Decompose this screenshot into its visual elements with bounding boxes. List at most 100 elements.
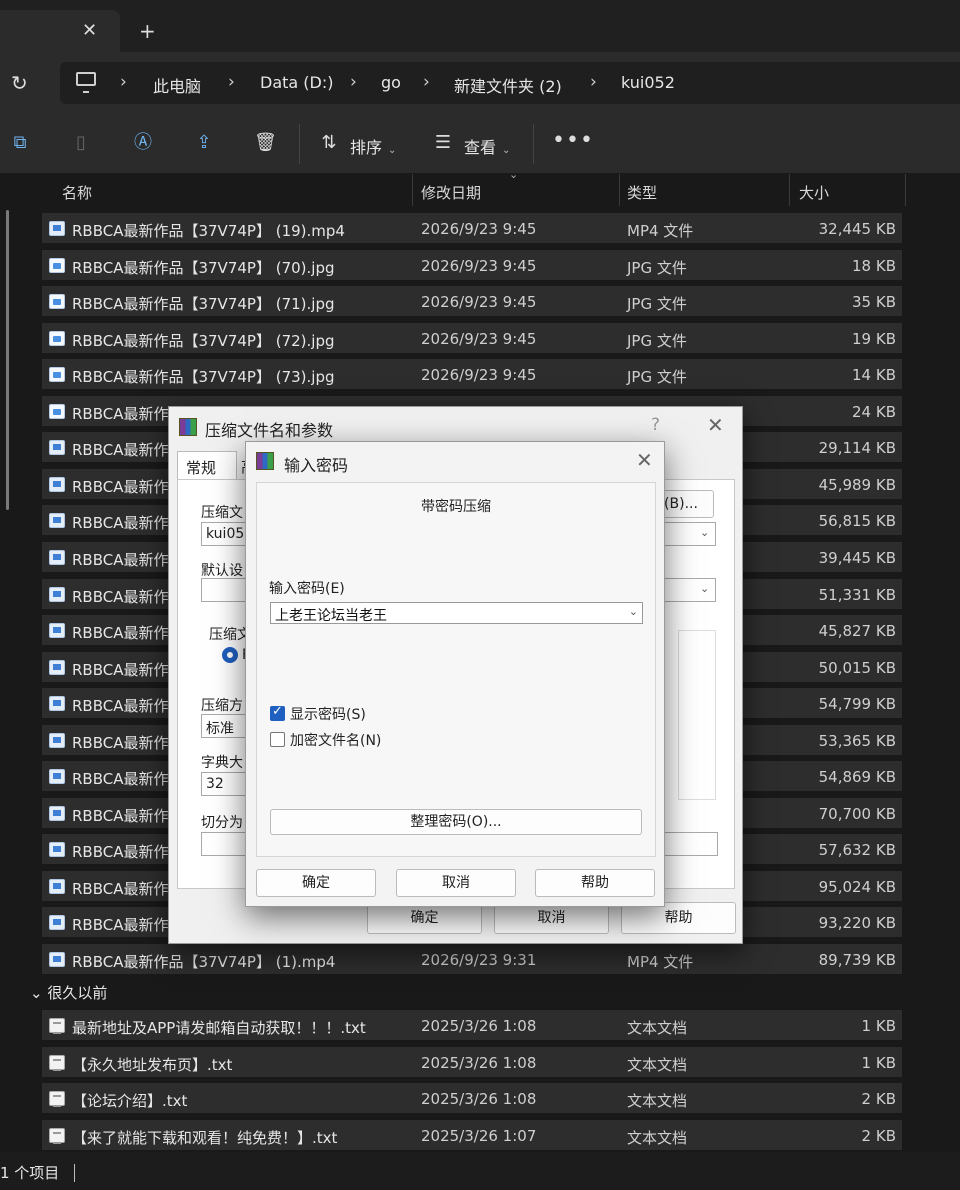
video-file-icon — [49, 952, 65, 967]
help-button[interactable]: 帮助 — [535, 869, 655, 897]
file-name: RBBCA最新作品 — [72, 404, 184, 423]
cancel-button[interactable]: 取消 — [396, 869, 516, 897]
text-file-icon — [49, 1091, 65, 1107]
file-size: 70,700 KB — [818, 804, 896, 823]
refresh-icon[interactable]: ↻ — [11, 71, 28, 95]
file-name: RBBCA最新作品【37V74P】 (70).jpg — [72, 258, 335, 277]
delete-icon[interactable]: 🗑 — [254, 132, 277, 154]
file-name: 【永久地址发布页】.txt — [72, 1055, 233, 1074]
video-file-icon — [49, 221, 65, 236]
file-row[interactable]: 最新地址及APP请发邮箱自动获取！！！.txt 2025/3/26 1:08 文本文… — [42, 1010, 902, 1040]
chevron-right-icon[interactable]: › — [350, 72, 357, 92]
video-file-icon — [49, 696, 65, 712]
secondary-field[interactable] — [658, 832, 718, 856]
view-icon[interactable]: ☰ — [432, 132, 454, 154]
help-icon[interactable]: ? — [651, 415, 660, 435]
breadcrumb-data-drive[interactable]: Data (D:) — [260, 73, 333, 92]
group-label: 很久以前 — [47, 984, 108, 1002]
file-size: 56,815 KB — [818, 512, 896, 531]
file-row[interactable]: RBBCA最新作品【37V74P】 (1).mp4 2026/9/23 9:31 M… — [42, 944, 902, 974]
show-password-label[interactable]: 显示密码(S) — [290, 704, 366, 724]
column-divider[interactable] — [905, 174, 906, 206]
chevron-down-icon[interactable]: ⌄ — [700, 582, 709, 595]
file-date: 2026/9/23 9:45 — [421, 220, 537, 238]
chevron-right-icon[interactable]: › — [120, 72, 127, 92]
split-volumes-label: 切分为 — [201, 815, 243, 831]
sort-icon[interactable]: ⇅ — [318, 132, 340, 154]
column-header-name[interactable]: 名称 — [62, 182, 92, 203]
text-file-icon — [49, 1127, 65, 1144]
password-input[interactable]: 上老王论坛当老王 ⌄ — [270, 602, 643, 624]
file-row[interactable]: 【论坛介绍】.txt 2025/3/26 1:08 文本文档 2 KB — [42, 1083, 902, 1113]
show-password-checkbox[interactable] — [270, 704, 285, 721]
close-tab-icon[interactable]: ✕ — [82, 20, 97, 41]
file-name: RBBCA最新作品【37V74P】 (72).jpg — [72, 331, 335, 350]
organize-passwords-button[interactable]: 整理密码(O)... — [270, 809, 642, 835]
breadcrumb-kui052[interactable]: kui052 — [621, 73, 675, 92]
file-size: 93,220 KB — [818, 914, 896, 933]
password-panel — [256, 482, 656, 857]
share-icon[interactable]: ⇪ — [193, 132, 215, 154]
breadcrumb-go[interactable]: go — [381, 73, 401, 92]
more-options-icon[interactable]: ••• — [552, 128, 594, 153]
file-row[interactable]: RBBCA最新作品【37V74P】 (70).jpg 2026/9/23 9:45… — [42, 249, 902, 280]
encrypt-filenames-label[interactable]: 加密文件名(N) — [290, 730, 381, 750]
chevron-down-icon: ⌄ — [388, 145, 397, 156]
ok-button[interactable]: 确定 — [256, 869, 376, 897]
file-name: RBBCA最新作 — [72, 514, 169, 533]
view-button[interactable]: 查看 ⌄ — [464, 134, 510, 158]
file-row[interactable]: 【永久地址发布页】.txt 2025/3/26 1:08 文本文档 1 KB — [42, 1046, 902, 1077]
file-size: 51,331 KB — [818, 585, 896, 604]
breadcrumb-this-pc[interactable]: 此电脑 — [153, 73, 201, 97]
file-size: 32,445 KB — [818, 220, 896, 238]
file-row[interactable]: RBBCA最新作品【37V74P】 (19).mp4 2026/9/23 9:45… — [42, 213, 902, 243]
column-divider[interactable] — [789, 174, 790, 206]
breadcrumb-new-folder[interactable]: 新建文件夹 (2) — [454, 73, 562, 97]
column-header-type[interactable]: 类型 — [627, 182, 657, 203]
file-name: 最新地址及APP请发邮箱自动获取！！！.txt — [72, 1019, 366, 1037]
computer-icon[interactable] — [76, 72, 96, 93]
file-row[interactable]: 【来了就能下载和观看！纯免费！】.txt 2025/3/26 1:07 文本文档 2 … — [42, 1119, 902, 1150]
column-header-date[interactable]: 修改日期 — [421, 182, 481, 203]
file-type: MP4 文件 — [627, 953, 694, 971]
file-name: RBBCA最新作品【37V74P】 (71).jpg — [72, 295, 335, 314]
file-size: 95,024 KB — [818, 877, 896, 896]
rename-icon[interactable]: Ⓐ — [132, 132, 154, 154]
paste-icon[interactable]: ▯ — [70, 132, 92, 154]
file-row[interactable]: RBBCA最新作品【37V74P】 (73).jpg 2026/9/23 9:45… — [42, 359, 902, 390]
close-icon[interactable]: ✕ — [636, 448, 653, 472]
dictionary-size-label: 字典大 — [201, 755, 243, 771]
file-name: RBBCA最新作 — [72, 660, 169, 679]
text-file-icon — [49, 1018, 65, 1034]
video-file-icon — [49, 878, 65, 894]
chevron-down-icon[interactable]: ⌄ — [629, 605, 638, 618]
chevron-down-icon[interactable]: ⌄ — [700, 526, 709, 539]
file-date: 2025/3/26 1:07 — [421, 1126, 537, 1145]
chevron-right-icon[interactable]: › — [423, 72, 430, 92]
video-file-icon — [49, 513, 65, 529]
chevron-right-icon[interactable]: › — [228, 72, 235, 92]
file-size: 45,989 KB — [818, 475, 896, 494]
file-size: 19 KB — [852, 329, 896, 348]
new-tab-icon[interactable]: + — [139, 19, 156, 43]
copy-icon[interactable]: ⧉ — [9, 132, 31, 154]
chevron-right-icon[interactable]: › — [590, 72, 597, 92]
close-icon[interactable]: ✕ — [707, 413, 724, 437]
tab-active[interactable] — [0, 10, 120, 52]
file-type: 文本文档 — [627, 1019, 688, 1037]
scrollbar[interactable] — [6, 210, 9, 510]
video-file-icon — [49, 623, 65, 639]
tab-general[interactable]: 常规 — [177, 451, 237, 479]
column-header-size[interactable]: 大小 — [799, 182, 829, 203]
sort-button[interactable]: 排序 ⌄ — [350, 134, 396, 158]
column-divider[interactable] — [412, 174, 413, 206]
file-row[interactable]: RBBCA最新作品【37V74P】 (71).jpg 2026/9/23 9:45… — [42, 286, 902, 317]
group-header-long-ago[interactable]: ⌄ 很久以前 — [30, 982, 107, 1003]
file-name: RBBCA最新作 — [72, 733, 169, 752]
sort-label: 排序 — [350, 138, 383, 157]
format-rar-radio[interactable] — [222, 647, 238, 663]
encrypt-filenames-checkbox[interactable] — [270, 732, 285, 747]
sort-direction-icon: ⌄ — [509, 168, 519, 181]
column-divider[interactable] — [619, 174, 620, 206]
file-row[interactable]: RBBCA最新作品【37V74P】 (72).jpg 2026/9/23 9:45… — [42, 322, 902, 353]
